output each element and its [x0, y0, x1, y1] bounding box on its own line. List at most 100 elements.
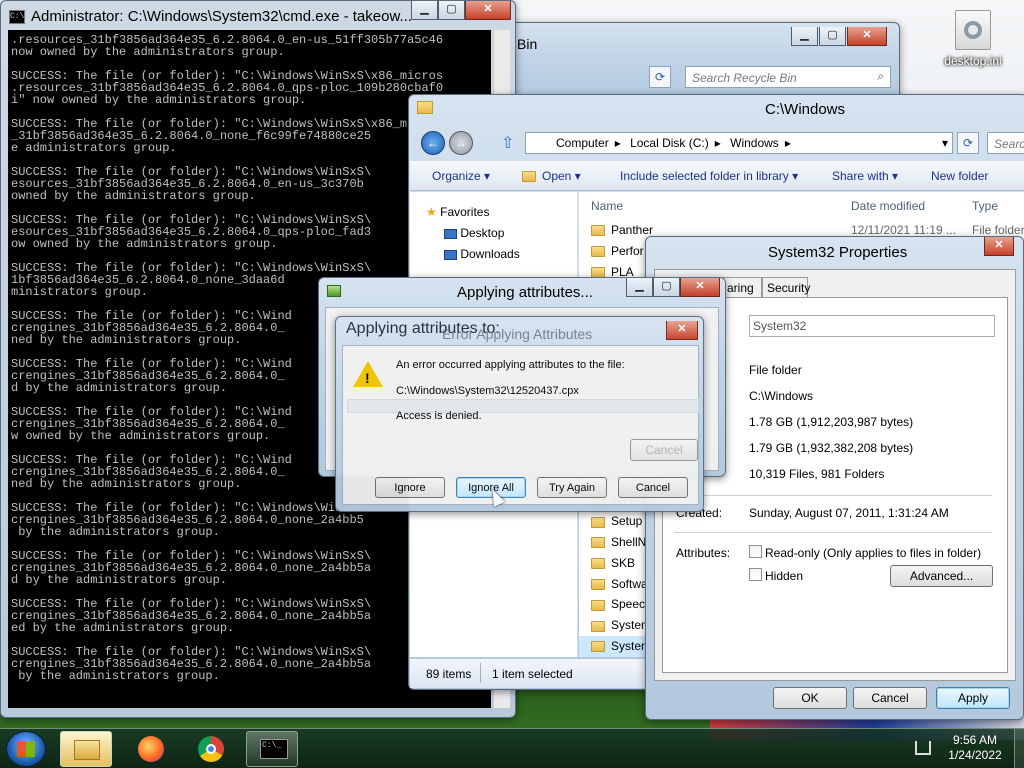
cancel-button[interactable]: Cancel — [618, 477, 688, 498]
folder-name-input[interactable]: System32 — [749, 315, 995, 337]
up-arrow-icon[interactable]: ⇧ — [501, 133, 514, 153]
open-menu[interactable]: Open ▾ — [522, 161, 581, 191]
show-desktop-button[interactable] — [1014, 729, 1024, 768]
recycle-bin-title: Bin — [517, 36, 538, 52]
maximize-button[interactable]: ▢ — [438, 1, 465, 20]
back-button[interactable]: ← — [421, 131, 445, 155]
hidden-label: Hidden — [765, 569, 804, 583]
search-recycle-bin-input[interactable]: Search Recycle Bin ⌕ — [685, 66, 891, 88]
advanced-button[interactable]: Advanced... — [890, 565, 993, 587]
item-count: 89 items — [426, 667, 472, 681]
breadcrumb-windows[interactable]: Windows — [730, 136, 779, 150]
desktop-ini-icon-item[interactable]: desktop.ini — [938, 8, 1008, 78]
minimize-button[interactable]: ▁ — [791, 27, 818, 46]
close-button[interactable]: ✕ — [847, 27, 887, 46]
error-reason: Access is denied. — [396, 410, 482, 422]
column-header-name[interactable]: Name — [591, 199, 623, 213]
maximize-button[interactable]: ▢ — [653, 278, 680, 297]
clock[interactable]: 9:56 AM 1/24/2022 — [940, 733, 1010, 763]
apply-button[interactable]: Apply — [936, 687, 1010, 709]
cmd-icon: C:\ — [9, 10, 25, 24]
recycle-bin-window[interactable]: Bin ▁ ▢ ✕ ⟳ Search Recycle Bin ⌕ — [500, 22, 900, 102]
folder-icon — [591, 578, 605, 590]
desktop-icon — [444, 228, 457, 239]
gear-file-icon — [955, 10, 991, 50]
address-bar[interactable]: Computer ▸ Local Disk (C:) ▸ Windows ▸ ▾ — [525, 132, 953, 154]
forward-button[interactable]: → — [449, 131, 473, 155]
windows-logo-icon — [17, 741, 35, 757]
explorer-title: C:\Windows — [765, 101, 846, 118]
console-line: now owned by the administrators group. — [11, 45, 285, 59]
new-folder-button[interactable]: New folder — [931, 161, 988, 191]
search-input[interactable]: Searc — [987, 132, 1024, 154]
column-header-date[interactable]: Date modified — [851, 199, 925, 213]
folder-icon — [591, 558, 605, 570]
folder-icon — [591, 599, 605, 611]
applying-cancel-button[interactable]: Cancel — [630, 439, 698, 461]
close-button[interactable]: ✕ — [680, 278, 720, 297]
share-with-menu[interactable]: Share with ▾ — [832, 161, 898, 191]
ignore-button[interactable]: Ignore — [375, 477, 445, 498]
close-button[interactable]: ✕ — [465, 1, 511, 20]
folder-icon — [591, 641, 605, 653]
readonly-label: Read-only (Only applies to files in fold… — [765, 546, 982, 560]
error-path: C:\Windows\System32\12520437.cpx — [396, 385, 579, 397]
error-title: Error Applying Attributes — [442, 326, 593, 342]
selected-count: 1 item selected — [492, 667, 573, 681]
nav-desktop[interactable]: Desktop — [444, 226, 504, 240]
file-name: Setup — [611, 514, 643, 529]
cancel-button[interactable]: Cancel — [853, 687, 927, 709]
folder-icon — [417, 101, 433, 114]
close-button[interactable]: ✕ — [984, 237, 1014, 256]
column-header-type[interactable]: Type — [972, 199, 998, 213]
folder-icon — [591, 537, 605, 549]
file-name: SKB — [611, 555, 636, 570]
readonly-checkbox[interactable] — [749, 545, 762, 558]
taskbar-explorer-button[interactable] — [60, 731, 112, 767]
file-name: Panther — [611, 223, 654, 237]
refresh-button[interactable]: ⟳ — [957, 132, 979, 154]
try-again-button[interactable]: Try Again — [537, 477, 607, 498]
organize-menu[interactable]: Organize ▾ — [432, 161, 490, 191]
size-value: 1.78 GB (1,912,203,987 bytes) — [749, 415, 914, 429]
properties-title: System32 Properties — [768, 244, 908, 261]
tab-sharing[interactable]: aring — [722, 277, 762, 297]
include-in-library-menu[interactable]: Include selected folder in library ▾ — [620, 161, 798, 191]
clock-time: 9:56 AM — [952, 733, 998, 747]
clock-date: 1/24/2022 — [948, 748, 1002, 762]
file-name: Perfor — [611, 243, 644, 258]
minimize-button[interactable]: ▁ — [411, 1, 438, 20]
ok-button[interactable]: OK — [773, 687, 847, 709]
minimize-button[interactable]: ▁ — [626, 278, 653, 297]
breadcrumb-local-disk[interactable]: Local Disk (C:) — [630, 136, 709, 150]
network-icon[interactable] — [915, 741, 931, 755]
nav-favorites[interactable]: ★ Favorites — [426, 205, 489, 219]
folder-icon — [591, 620, 605, 632]
address-dropdown-icon[interactable]: ▾ — [942, 136, 948, 150]
taskbar-chrome-button[interactable] — [185, 731, 237, 767]
contains-value: 10,319 Files, 981 Folders — [749, 467, 885, 481]
attributes-label: Attributes: — [676, 546, 731, 560]
dialog-icon — [327, 285, 341, 297]
nav-downloads[interactable]: Downloads — [444, 247, 520, 261]
breadcrumb-computer[interactable]: Computer — [556, 136, 609, 150]
file-name: Softwa — [611, 576, 648, 591]
explorer-icon — [74, 740, 100, 760]
type-value: File folder — [749, 363, 802, 377]
tab-security[interactable]: Security — [762, 277, 810, 297]
created-value: Sunday, August 07, 2011, 1:31:24 AM — [749, 506, 949, 520]
taskbar: C:\_ 9:56 AM 1/24/2022 — [0, 728, 1024, 768]
folder-icon — [591, 516, 605, 528]
error-dialog[interactable]: Applying attributes to: Error Applying A… — [335, 316, 704, 512]
size-on-disk-value: 1.79 GB (1,932,382,208 bytes) — [749, 441, 914, 455]
downloads-icon — [444, 249, 457, 260]
folder-icon — [591, 225, 605, 237]
refresh-button[interactable]: ⟳ — [649, 66, 671, 88]
cmd-title: Administrator: C:\Windows\System32\cmd.e… — [31, 8, 412, 25]
taskbar-cmd-button[interactable]: C:\_ — [246, 731, 298, 767]
folder-icon — [591, 246, 605, 258]
close-button[interactable]: ✕ — [666, 321, 698, 340]
hidden-checkbox[interactable] — [749, 568, 762, 581]
taskbar-firefox-button[interactable] — [125, 731, 177, 767]
maximize-button[interactable]: ▢ — [819, 27, 846, 46]
